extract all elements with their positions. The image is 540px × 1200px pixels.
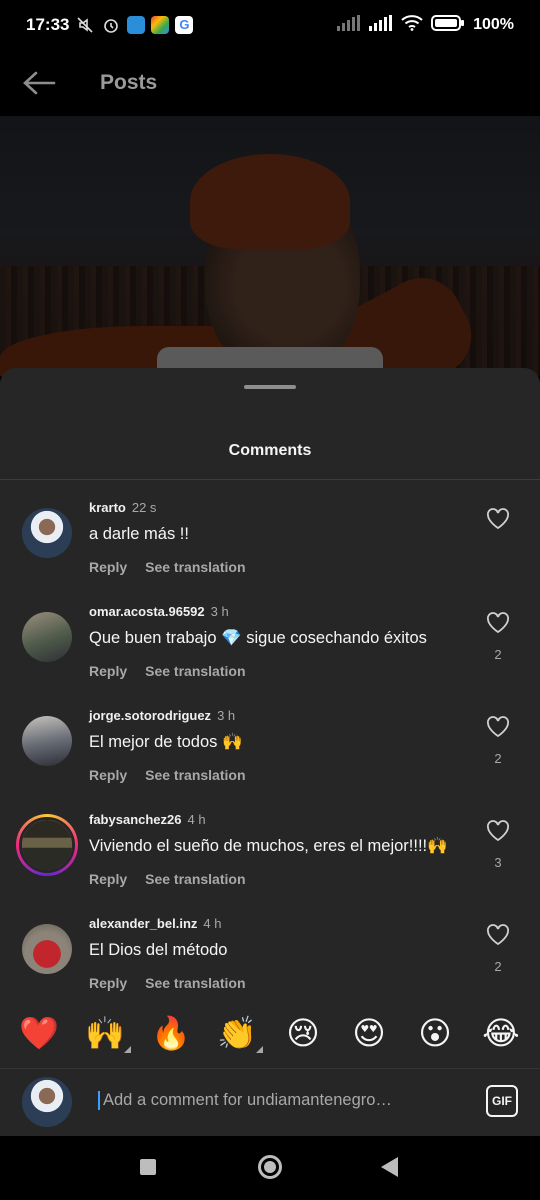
divider <box>0 479 540 480</box>
like-count: 3 <box>494 855 502 870</box>
avatar <box>22 1077 72 1127</box>
emoji-laughing[interactable]: 😂 <box>479 1013 523 1053</box>
comment-text: El Dios del método <box>89 941 228 959</box>
arrow-left-icon[interactable] <box>22 65 58 101</box>
wifi-icon <box>401 14 423 36</box>
comment-time: 22 s <box>131 500 157 515</box>
comment-actions: Reply See translation <box>89 975 264 991</box>
reply-button[interactable]: Reply <box>89 871 127 887</box>
comment-actions: Reply See translation <box>89 559 264 575</box>
comment-item: krarto 22 s a darle más !! Reply See trans… <box>0 500 540 612</box>
like-count: 2 <box>494 647 502 662</box>
comment-actions: Reply See translation <box>89 871 264 887</box>
comment-text: Viviendo el sueño de muchos, eres el mej… <box>89 837 448 855</box>
emoji-raised-hands[interactable]: 🙌 <box>83 1013 131 1053</box>
comment-item: jorge.sotorodriguez 3 h El mejor de todos… <box>0 708 540 820</box>
emoji-reaction-bar: ❤️ 🙌 🔥 👏 😢 😍 😮 😂 <box>0 1008 540 1058</box>
like-count: 2 <box>494 751 502 766</box>
comment-item: fabysanchez26 4 h Viviendo el sueño de mu… <box>0 812 540 924</box>
reply-button[interactable]: Reply <box>89 559 127 575</box>
comment-item: omar.acosta.96592 3 h Que buen trabajo 💎 … <box>0 604 540 716</box>
status-left-icons: G <box>75 15 194 35</box>
back-triangle-icon[interactable] <box>381 1157 398 1177</box>
avatar[interactable] <box>22 716 72 766</box>
comments-sheet: Comments krarto 22 s a darle más !! Reply… <box>0 368 540 1136</box>
comment-actions: Reply See translation <box>89 767 264 783</box>
comment-composer: Add a comment for undiamantenegro… GIF <box>0 1068 540 1134</box>
status-bar: 17:33 G 100% <box>0 0 540 50</box>
heart-icon[interactable] <box>486 924 510 951</box>
alarm-icon <box>101 15 121 35</box>
emoji-crying[interactable]: 😢 <box>281 1013 325 1053</box>
avatar[interactable] <box>22 508 72 558</box>
like-control[interactable]: 2 <box>485 612 511 662</box>
app-bar: Posts <box>0 50 540 116</box>
status-time: 17:33 <box>26 15 70 34</box>
avatar[interactable] <box>16 814 78 876</box>
comment-username[interactable]: alexander_bel.inz 4 h <box>89 916 221 931</box>
battery-percent: 100% <box>473 16 514 33</box>
comment-text: a darle más !! <box>89 525 189 543</box>
status-right-icons: 100% <box>337 14 514 36</box>
comment-time: 3 h <box>217 708 236 723</box>
comment-time: 4 h <box>187 812 206 827</box>
recents-icon[interactable] <box>140 1159 156 1175</box>
like-control[interactable]: 2 <box>485 716 511 766</box>
heart-icon[interactable] <box>486 508 510 535</box>
google-icon: G <box>175 16 194 34</box>
signal-icon <box>337 14 361 36</box>
comment-text: El mejor de todos 🙌 <box>89 733 243 751</box>
avatar[interactable] <box>22 924 72 974</box>
comment-username[interactable]: jorge.sotorodriguez 3 h <box>89 708 235 723</box>
emoji-surprised[interactable]: 😮 <box>413 1013 457 1053</box>
heart-icon[interactable] <box>486 716 510 743</box>
heart-icon[interactable] <box>486 820 510 847</box>
post-image <box>0 116 540 376</box>
system-nav-bar <box>0 1136 540 1200</box>
comment-username[interactable]: krarto 22 s <box>89 500 156 515</box>
heart-icon[interactable] <box>486 612 510 639</box>
emoji-heart-eyes[interactable]: 😍 <box>347 1013 391 1053</box>
reply-button[interactable]: Reply <box>89 663 127 679</box>
comment-time: 4 h <box>203 916 222 931</box>
page-title: Posts <box>100 71 158 94</box>
signal-icon <box>369 14 393 36</box>
emoji-heart[interactable]: ❤️ <box>17 1013 61 1053</box>
see-translation-button[interactable]: See translation <box>145 663 245 679</box>
see-translation-button[interactable]: See translation <box>145 871 245 887</box>
gif-button[interactable]: GIF <box>486 1085 518 1117</box>
skin-tone-indicator <box>124 1046 131 1053</box>
drag-handle[interactable] <box>244 385 296 389</box>
app-icon-b <box>151 16 170 34</box>
like-control[interactable]: 3 <box>485 820 511 870</box>
mute-icon <box>75 15 95 35</box>
comment-time: 3 h <box>210 604 229 619</box>
like-control[interactable] <box>485 508 511 543</box>
comment-input[interactable]: Add a comment for undiamantenegro… <box>98 1091 458 1110</box>
skin-tone-indicator <box>256 1046 263 1053</box>
emoji-fire[interactable]: 🔥 <box>149 1013 193 1053</box>
reply-button[interactable]: Reply <box>89 767 127 783</box>
avatar[interactable] <box>22 612 72 662</box>
comment-username[interactable]: omar.acosta.96592 3 h <box>89 604 229 619</box>
comment-actions: Reply See translation <box>89 663 264 679</box>
see-translation-button[interactable]: See translation <box>145 767 245 783</box>
see-translation-button[interactable]: See translation <box>145 975 245 991</box>
emoji-clap[interactable]: 👏 <box>215 1013 263 1053</box>
home-icon[interactable] <box>258 1155 282 1179</box>
like-count: 2 <box>494 959 502 974</box>
app-icon-a <box>127 16 146 34</box>
like-control[interactable]: 2 <box>485 924 511 974</box>
reply-button[interactable]: Reply <box>89 975 127 991</box>
sheet-title: Comments <box>228 442 312 459</box>
see-translation-button[interactable]: See translation <box>145 559 245 575</box>
comment-username[interactable]: fabysanchez26 4 h <box>89 812 206 827</box>
comment-text: Que buen trabajo 💎 sigue cosechando éxit… <box>89 629 427 647</box>
battery-icon <box>431 14 465 36</box>
